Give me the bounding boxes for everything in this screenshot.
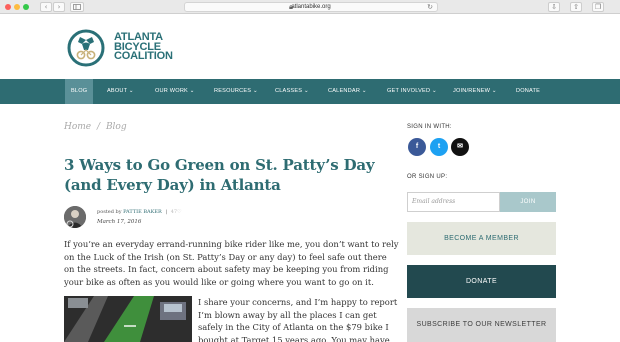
browser-toolbar: ‹ › atlantabike.org ↻ ⇩ ⇧ ❐ <box>0 0 620 14</box>
nav-item-classes[interactable]: CLASSES ⌄ <box>275 79 309 104</box>
minimize-window-button[interactable] <box>14 4 20 10</box>
chevron-left-icon: ‹ <box>44 3 48 11</box>
post-byline: posted by PATTIE BAKER | 47♡ <box>97 209 182 215</box>
sidebar-toggle-button[interactable] <box>70 2 84 12</box>
nav-item-join-renew[interactable]: JOIN/RENEW ⌄ <box>453 79 497 104</box>
bicycle-wings-emblem-icon <box>67 29 105 67</box>
sign-up-label: OR SIGN UP: <box>407 174 448 180</box>
email-input[interactable]: Email address <box>407 192 500 212</box>
downloads-button[interactable]: ⇩ <box>548 2 560 12</box>
share-icon: ⇧ <box>573 3 579 11</box>
sidebar-icon <box>73 4 81 10</box>
nav-item-resources[interactable]: RESOURCES ⌄ <box>214 79 258 104</box>
forward-button[interactable]: › <box>53 2 65 12</box>
close-window-button[interactable] <box>5 4 11 10</box>
newsletter-button[interactable]: SUBSCRIBE TO OUR NEWSLETTER <box>407 308 556 342</box>
twitter-icon: t <box>437 143 441 150</box>
author-avatar <box>64 206 86 228</box>
logo-wordmark: ATLANTA BICYCLE COALITION <box>114 32 173 62</box>
back-button[interactable]: ‹ <box>40 2 52 12</box>
become-member-button[interactable]: BECOME A MEMBER <box>407 222 556 255</box>
email-signin-button[interactable]: ✉ <box>451 138 469 156</box>
tabs-button[interactable]: ❐ <box>592 2 604 12</box>
nav-item-about[interactable]: ABOUT ⌄ <box>107 79 134 104</box>
reload-icon[interactable]: ↻ <box>427 3 433 12</box>
main-nav: BLOG ABOUT ⌄ OUR WORK ⌄ RESOURCES ⌄ CLAS… <box>0 79 620 104</box>
author-link[interactable]: PATTIE BAKER <box>123 209 162 215</box>
site-logo[interactable]: ATLANTA BICYCLE COALITION <box>66 28 186 68</box>
like-count[interactable]: 47♡ <box>171 209 182 215</box>
breadcrumb: Home / Blog <box>64 122 127 132</box>
share-button[interactable]: ⇧ <box>570 2 582 12</box>
nav-item-get-involved[interactable]: GET INVOLVED ⌄ <box>387 79 437 104</box>
logo-line-3: COALITION <box>114 50 173 62</box>
post-date: March 17, 2016 <box>97 219 142 225</box>
email-icon: ✉ <box>457 143 463 150</box>
donate-button[interactable]: DONATE <box>407 265 556 298</box>
nav-item-blog[interactable]: BLOG <box>65 79 94 104</box>
join-button[interactable]: JOIN <box>500 192 556 212</box>
facebook-signin-button[interactable]: f <box>408 138 426 156</box>
tabs-icon: ❐ <box>594 3 602 11</box>
breadcrumb-current: Blog <box>105 122 127 132</box>
twitter-signin-button[interactable]: t <box>430 138 448 156</box>
article-title: 3 Ways to Go Green on St. Patty’s Day (a… <box>64 156 375 194</box>
address-bar[interactable]: atlantabike.org ↻ <box>184 2 438 12</box>
chevron-right-icon: › <box>57 3 61 11</box>
article-photo <box>64 296 192 342</box>
zoom-window-button[interactable] <box>23 4 29 10</box>
download-icon: ⇩ <box>551 3 557 11</box>
breadcrumb-separator: / <box>97 122 101 132</box>
url-text: atlantabike.org <box>291 4 331 10</box>
nav-item-donate[interactable]: DONATE <box>516 79 540 104</box>
article-paragraph-2: I share your concerns, and I’m happy to … <box>198 297 398 342</box>
breadcrumb-home[interactable]: Home <box>64 122 91 132</box>
facebook-icon: f <box>415 143 419 150</box>
article-paragraph-1: If you’re an everyday errand-running bik… <box>64 239 399 287</box>
sign-in-label: SIGN IN WITH: <box>407 124 452 130</box>
byline-separator: | <box>165 209 168 215</box>
posted-by-label: posted by <box>97 209 122 215</box>
nav-item-our-work[interactable]: OUR WORK ⌄ <box>155 79 195 104</box>
nav-item-calendar[interactable]: CALENDAR ⌄ <box>328 79 367 104</box>
